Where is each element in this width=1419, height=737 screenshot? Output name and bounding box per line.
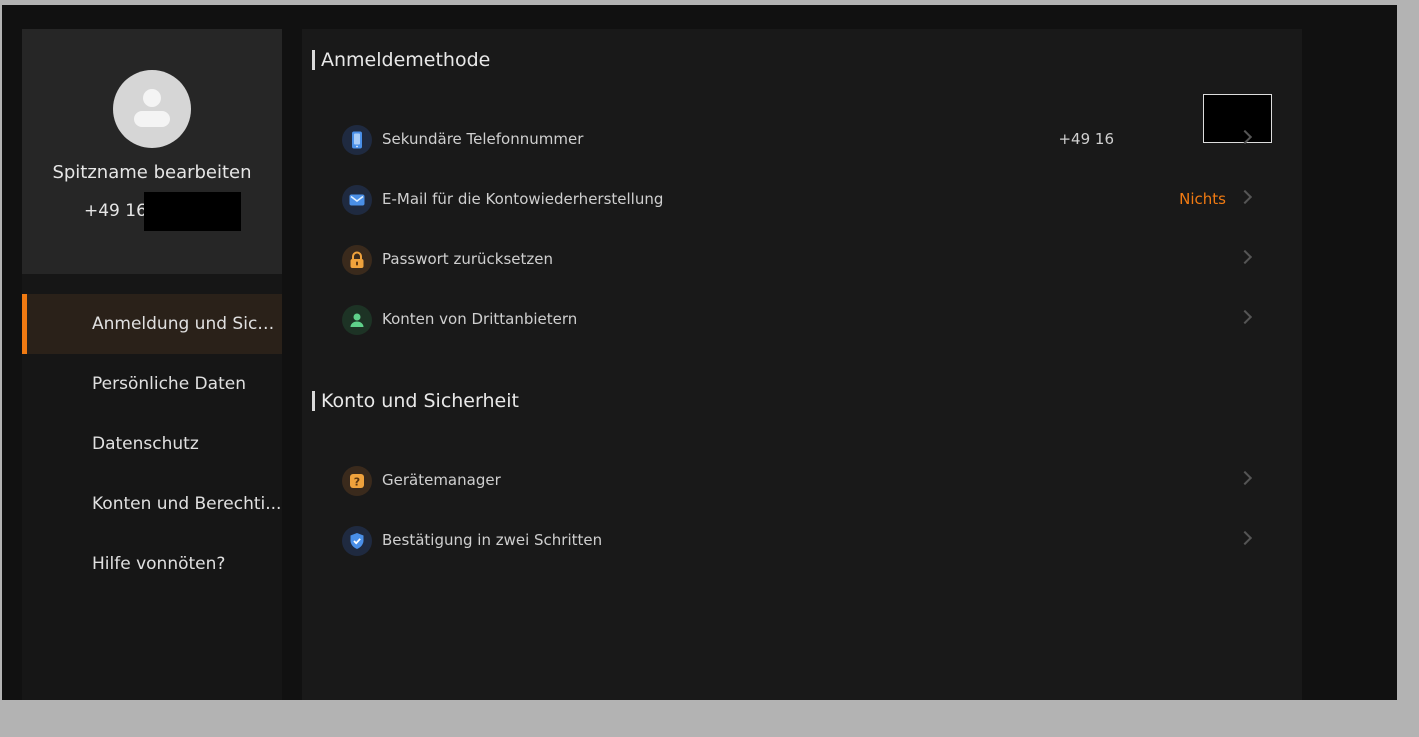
sidebar-item-login-security[interactable]: Anmeldung und Sich... (22, 294, 282, 354)
row-label: Gerätemanager (382, 471, 501, 489)
sidebar-item-privacy[interactable]: Datenschutz (22, 414, 282, 474)
row-reset-password[interactable]: Passwort zurücksetzen (342, 240, 1253, 280)
row-device-manager[interactable]: ? Gerätemanager (342, 461, 1253, 501)
device-help-icon: ? (342, 466, 372, 496)
row-label: Passwort zurücksetzen (382, 250, 553, 268)
main-content: Anmeldemethode Sekundäre Telefonnummer +… (302, 29, 1302, 700)
row-third-party-accounts[interactable]: Konten von Drittanbietern (342, 300, 1253, 340)
avatar[interactable] (113, 70, 191, 148)
sidebar: Spitzname bearbeiten +49 16 Anmeldung un… (22, 29, 282, 700)
chevron-right-icon (1237, 309, 1253, 325)
section-title-account-security: Konto und Sicherheit (312, 390, 519, 412)
person-icon (342, 305, 372, 335)
row-label: Sekundäre Telefonnummer (382, 130, 584, 148)
edit-nickname-link[interactable]: Spitzname bearbeiten (22, 162, 282, 183)
app-window: Spitzname bearbeiten +49 16 Anmeldung un… (2, 5, 1397, 700)
chevron-right-icon (1237, 470, 1253, 486)
row-label: E-Mail für die Kontowiederherstellung (382, 190, 664, 208)
row-label: Bestätigung in zwei Schritten (382, 531, 603, 549)
sidebar-item-personal-data[interactable]: Persönliche Daten (22, 354, 282, 414)
lock-icon (342, 245, 372, 275)
phone-icon (342, 125, 372, 155)
row-two-step-verification[interactable]: Bestätigung in zwei Schritten (342, 521, 1253, 561)
svg-text:?: ? (354, 476, 360, 489)
row-value: +49 16 (1058, 130, 1114, 148)
chevron-right-icon (1237, 530, 1253, 546)
sidebar-item-help[interactable]: Hilfe vonnöten? (22, 534, 282, 594)
mail-icon (342, 185, 372, 215)
sidebar-item-accounts-permissions[interactable]: Konten und Berechti... (22, 474, 282, 534)
avatar-head (143, 89, 161, 107)
profile-phone: +49 16 (84, 201, 147, 221)
shield-icon (342, 526, 372, 556)
profile-card: Spitzname bearbeiten +49 16 (22, 29, 282, 274)
chevron-right-icon (1237, 249, 1253, 265)
chevron-right-icon (1237, 189, 1253, 205)
row-recovery-email[interactable]: E-Mail für die Kontowiederherstellung Ni… (342, 180, 1253, 220)
section-title-login-method: Anmeldemethode (312, 49, 490, 71)
row-value: Nichts (1179, 190, 1226, 208)
redaction-block (144, 192, 241, 231)
avatar-body (134, 111, 170, 127)
row-secondary-phone[interactable]: Sekundäre Telefonnummer +49 16 (342, 94, 1272, 160)
row-label: Konten von Drittanbietern (382, 310, 578, 328)
